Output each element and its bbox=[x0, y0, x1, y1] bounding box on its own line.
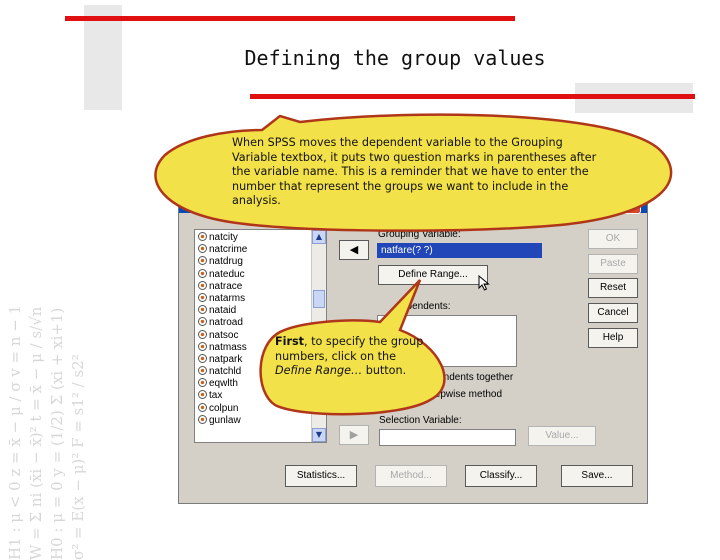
callout-bottom-text: First, to specify the group numbers, cli… bbox=[275, 335, 425, 379]
callout-balloons bbox=[154, 113, 673, 416]
callout-bottom-italic: Define Range… bbox=[275, 364, 363, 378]
callout-bottom-part2: button. bbox=[362, 364, 407, 378]
callout-bottom-bold: First bbox=[275, 335, 305, 348]
callout-top-text: When SPSS moves the dependent variable t… bbox=[232, 136, 597, 208]
